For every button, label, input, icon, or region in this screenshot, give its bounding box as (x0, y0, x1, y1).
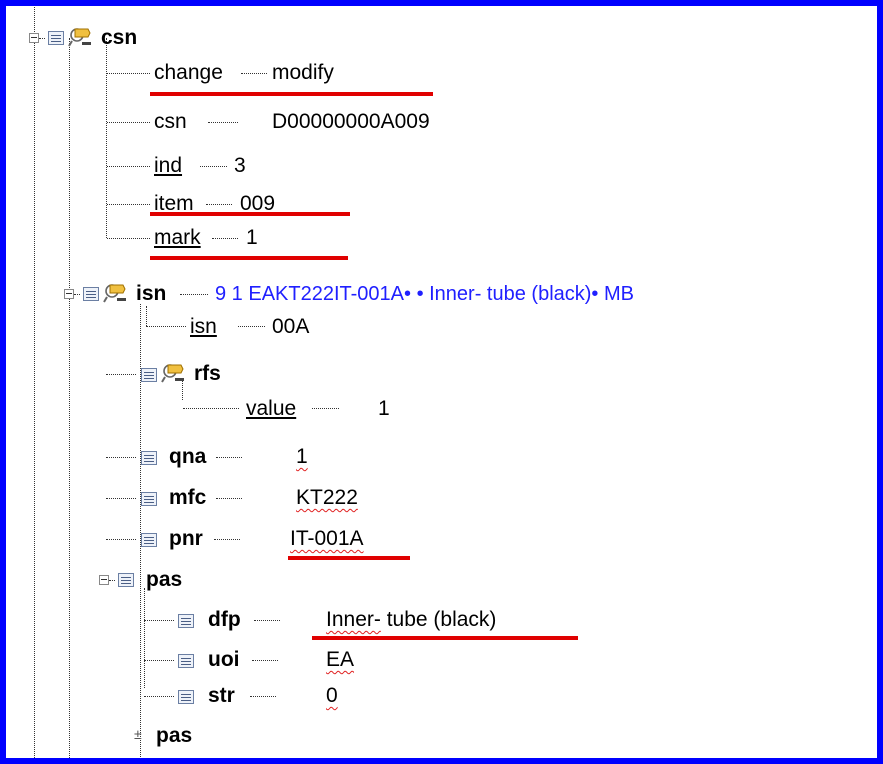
expand-icon[interactable]: ± (134, 726, 142, 742)
highlight-underline (312, 636, 578, 640)
element-icon (141, 533, 157, 547)
element-icon (178, 614, 194, 628)
attr-name-change[interactable]: change (154, 61, 223, 85)
attr-name-mark[interactable]: mark (154, 226, 201, 250)
pas-collapsed-tag[interactable]: pas (156, 724, 192, 748)
tree-connector (208, 122, 238, 123)
tree-connector (106, 539, 136, 540)
attribute-search-icon (68, 28, 91, 47)
tree-connector (180, 294, 208, 295)
tree-connector (107, 73, 150, 74)
tree-connector (183, 408, 239, 409)
element-icon (141, 492, 157, 506)
tree-connector (312, 408, 339, 409)
tree-connector (109, 580, 115, 581)
collapse-icon[interactable] (29, 33, 39, 43)
attr-name-ind[interactable]: ind (154, 154, 182, 178)
mfc-tag[interactable]: mfc (169, 486, 206, 510)
isn-node-tag[interactable]: isn (136, 282, 166, 306)
uoi-value[interactable]: EA (326, 648, 354, 672)
tree-connector (144, 620, 174, 621)
attr-name-csn[interactable]: csn (154, 110, 187, 134)
tree-connector (212, 238, 238, 239)
tree-guide-line (69, 38, 70, 758)
qna-value[interactable]: 1 (296, 445, 308, 469)
attribute-search-icon (103, 284, 126, 303)
tree-guide-line (146, 306, 147, 326)
dfp-value-rest: tube (black) (380, 608, 497, 631)
tree-connector (144, 660, 174, 661)
tree-connector (107, 166, 150, 167)
isn-node-summary: 9 1 EAKT222IT-001A• • Inner- tube (black… (215, 283, 634, 305)
element-icon (178, 690, 194, 704)
highlight-underline (288, 556, 410, 560)
attr-value-csn[interactable]: D00000000A009 (272, 110, 430, 134)
str-tag[interactable]: str (208, 684, 235, 708)
qna-tag[interactable]: qna (169, 445, 206, 469)
highlight-underline (150, 92, 433, 96)
attr-name-isn[interactable]: isn (190, 315, 217, 339)
dfp-value-flagged: Inner- (326, 608, 381, 631)
attr-value-ind[interactable]: 3 (234, 154, 246, 178)
attr-value-isn[interactable]: 00A (272, 315, 309, 339)
element-icon (83, 287, 99, 301)
collapse-icon[interactable] (64, 289, 74, 299)
tree-guide-line (34, 6, 35, 758)
tree-connector (252, 660, 278, 661)
pnr-value[interactable]: IT-001A (290, 527, 364, 551)
tree-connector (206, 204, 232, 205)
tree-connector (106, 374, 136, 375)
tree-connector (254, 620, 280, 621)
element-icon (178, 654, 194, 668)
tree-connector (146, 326, 186, 327)
tree-guide-line (106, 38, 107, 238)
tree-connector (106, 498, 136, 499)
tree-connector (216, 498, 242, 499)
str-value[interactable]: 0 (326, 684, 338, 708)
attribute-search-icon (161, 364, 184, 383)
tree-connector (250, 696, 276, 697)
element-icon (118, 573, 134, 587)
highlight-underline (150, 212, 350, 216)
uoi-tag[interactable]: uoi (208, 648, 240, 672)
rfs-node-tag[interactable]: rfs (194, 362, 221, 386)
attr-name-value[interactable]: value (246, 397, 296, 421)
element-icon (141, 368, 157, 382)
xml-tree-view: csn change modify csn D00000000A009 ind … (0, 0, 883, 764)
tree-guide-line (144, 588, 145, 688)
highlight-underline (150, 256, 348, 260)
dfp-value[interactable]: Inner- tube (black) (326, 608, 496, 632)
element-icon (141, 451, 157, 465)
dfp-tag[interactable]: dfp (208, 608, 241, 632)
pas-node-tag[interactable]: pas (146, 568, 182, 592)
tree-connector (106, 457, 136, 458)
tree-connector (144, 696, 174, 697)
csn-node-tag[interactable]: csn (101, 26, 137, 50)
tree-connector (107, 204, 150, 205)
collapse-icon[interactable] (99, 575, 109, 585)
tree-connector (238, 326, 265, 327)
tree-connector (214, 539, 240, 540)
tree-connector (107, 238, 150, 239)
tree-connector (216, 457, 242, 458)
element-icon (48, 31, 64, 45)
tree-connector (39, 38, 45, 39)
tree-connector (200, 166, 227, 167)
attr-value-mark[interactable]: 1 (246, 226, 258, 250)
attr-value-value[interactable]: 1 (378, 397, 390, 421)
tree-connector (241, 73, 267, 74)
tree-connector (74, 294, 80, 295)
tree-connector (107, 122, 150, 123)
attr-value-change[interactable]: modify (272, 61, 334, 85)
pnr-tag[interactable]: pnr (169, 527, 203, 551)
mfc-value[interactable]: KT222 (296, 486, 358, 510)
